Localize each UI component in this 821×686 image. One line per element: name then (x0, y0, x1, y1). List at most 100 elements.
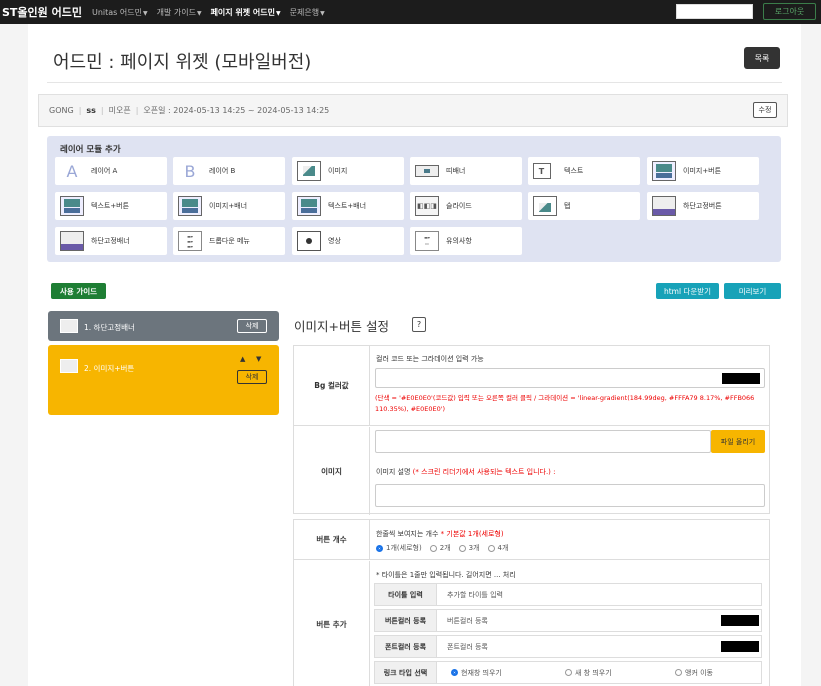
button-count-cell: 한줄씩 보여지는 개수 * 기본값 1개(세로형) 1개(세로형) 2개 3개 … (371, 520, 769, 560)
top-navbar: ST올인원 어드민 Unitas 어드민▼ 개발 가이드▼ 페이지 위젯 어드민… (0, 0, 821, 24)
letter-a-icon: A (66, 161, 78, 181)
button-count-hint-text: 한줄씩 보여지는 개수 (376, 530, 439, 538)
module-fixed-bottom-button[interactable]: 하단고정버튼 (647, 192, 759, 220)
button-count-label: 버튼 개수 (294, 520, 370, 559)
module-notice[interactable]: ▬▾ ▭ 유의사항 (410, 227, 522, 255)
module-layer-a[interactable]: A 레이어 A (55, 157, 167, 185)
widget-period: 오픈일 : 2024-05-13 14:25 ~ 2024-05-13 14:2… (143, 106, 330, 115)
button-color-swatch[interactable] (721, 615, 759, 626)
file-upload-button[interactable]: 파일 올리기 (711, 430, 765, 453)
separator: | (135, 106, 139, 115)
move-up-icon[interactable]: ▲ (240, 355, 245, 363)
brand-logo[interactable]: ST올인원 어드민 (2, 4, 82, 20)
widget-code: ss (86, 106, 96, 115)
radio-link-anchor[interactable]: 앵커 이동 (675, 668, 713, 678)
radio-checked-icon (376, 544, 383, 552)
bg-color-row: Bg 컬러값 컬러 코드 또는 그라데이션 입력 가능 (단색 = '#E0E0… (294, 346, 769, 426)
module-label: 텍스트+배너 (328, 202, 367, 210)
button-color-input[interactable]: 버튼컬러 등록 (447, 610, 488, 631)
layer-label: 2. 이미지+버튼 (84, 364, 135, 373)
module-label: 텍스트 (564, 167, 584, 175)
button-count-hint: 한줄씩 보여지는 개수 * 기본값 1개(세로형) (376, 529, 504, 539)
image-file-input[interactable] (375, 430, 711, 453)
font-color-swatch[interactable] (721, 641, 759, 652)
fixed-bottom-banner-icon (60, 231, 84, 251)
delete-button[interactable]: 삭제 (237, 370, 267, 384)
settings-table-bottom: 버튼 개수 한줄씩 보여지는 개수 * 기본값 1개(세로형) 1개(세로형) … (293, 519, 770, 686)
settings-title: 이미지+버튼 설정 (294, 319, 389, 334)
image-desc-label: 이미지 설명 (* 스크린 리더기에서 사용되는 텍스트 입니다.) : (376, 467, 556, 477)
module-image-button[interactable]: 이미지+버튼 (647, 157, 759, 185)
radio-count-2[interactable]: 2개 (429, 543, 451, 553)
module-slide[interactable]: ◧◧◨ 슬라이드 (410, 192, 522, 220)
bg-color-input[interactable] (375, 368, 765, 388)
radio-label: 새 창 띄우기 (575, 668, 612, 677)
module-label: 띠배너 (446, 167, 466, 175)
image-button-icon (652, 161, 676, 181)
radio-label: 3개 (468, 544, 480, 552)
edit-button[interactable]: 수정 (753, 102, 777, 118)
module-fixed-bottom-banner[interactable]: 하단고정배너 (55, 227, 167, 255)
module-text[interactable]: T 텍스트 (528, 157, 640, 185)
module-text-banner[interactable]: 텍스트+배너 (292, 192, 404, 220)
nav-item-dev-guide[interactable]: 개발 가이드▼ (157, 7, 202, 18)
text-button-icon (60, 196, 84, 216)
delete-button[interactable]: 삭제 (237, 319, 267, 333)
radio-unchecked-icon (675, 669, 682, 676)
radio-link-new[interactable]: 새 창 띄우기 (565, 668, 667, 678)
image-row: 이미지 파일 올리기 이미지 설명 (* 스크린 리더기에서 사용되는 텍스트 … (294, 427, 769, 515)
title-input-row: 타이틀 입력 추가할 타이틀 입력 (374, 583, 762, 606)
module-label: 레이어 A (91, 167, 118, 175)
radio-count-4[interactable]: 4개 (487, 543, 509, 553)
font-color-input[interactable]: 폰트컬러 등록 (447, 636, 488, 657)
radio-label: 현재창 띄우기 (461, 668, 502, 677)
logout-button[interactable]: 로그아웃 (763, 3, 816, 20)
module-text-button[interactable]: 텍스트+버튼 (55, 192, 167, 220)
module-dropdown-menu[interactable]: ▬▾ ▬▾ ▬▾ 드롭다운 메뉴 (173, 227, 285, 255)
module-label: 슬라이드 (446, 202, 472, 210)
image-icon (297, 161, 321, 181)
radio-link-current[interactable]: 현재창 띄우기 (451, 668, 557, 678)
button-color-row: 버튼컬러 등록 버튼컬러 등록 (374, 609, 762, 632)
html-download-button[interactable]: html 다운받기 (656, 283, 719, 299)
link-type-options: 현재창 띄우기 새 창 띄우기 앵커 이동 (451, 662, 721, 683)
module-image-banner[interactable]: 이미지+배너 (173, 192, 285, 220)
layer-item-image-button[interactable]: 2. 이미지+버튼 ▲ ▼ 삭제 (48, 345, 279, 415)
nav-item-page-widget[interactable]: 페이지 위젯 어드민▼ (211, 7, 281, 18)
button-count-default-note: * 기본값 1개(세로형) (440, 530, 504, 538)
image-desc-note: (* 스크린 리더기에서 사용되는 텍스트 입니다.) : (412, 468, 556, 476)
layer-label: 1. 하단고정배너 (84, 323, 135, 332)
module-label: 이미지 (328, 167, 348, 175)
radio-count-1[interactable]: 1개(세로형) (376, 543, 422, 553)
module-label: 이미지+버튼 (683, 167, 722, 175)
move-down-icon[interactable]: ▼ (256, 355, 261, 363)
radio-checked-icon (451, 669, 458, 676)
separator: | (100, 106, 104, 115)
nav-item-unitas[interactable]: Unitas 어드민▼ (92, 7, 148, 18)
usage-guide-button[interactable]: 사용 가이드 (51, 283, 106, 299)
image-button-icon (60, 359, 78, 373)
preview-button[interactable]: 미리보기 (724, 283, 781, 299)
module-video[interactable]: 영상 (292, 227, 404, 255)
caret-down-icon: ▼ (276, 9, 281, 17)
video-dot (306, 238, 312, 244)
nav-item-question-bank[interactable]: 문제은행▼ (290, 7, 325, 18)
button-count-row: 버튼 개수 한줄씩 보여지는 개수 * 기본값 1개(세로형) 1개(세로형) … (294, 520, 769, 560)
module-layer-b[interactable]: B 레이어 B (173, 157, 285, 185)
radio-count-3[interactable]: 3개 (458, 543, 480, 553)
radio-label: 4개 (497, 544, 509, 552)
module-image[interactable]: 이미지 (292, 157, 404, 185)
image-desc-input[interactable] (375, 484, 765, 507)
layer-item-fixed-bottom-banner[interactable]: 1. 하단고정배너 삭제 (48, 311, 279, 341)
nav-label: 개발 가이드 (156, 7, 196, 17)
module-strip-banner[interactable]: 띠배너 (410, 157, 522, 185)
text-icon-wrap: T (532, 161, 557, 181)
title-input[interactable]: 추가할 타이틀 입력 (447, 584, 503, 605)
bg-color-swatch[interactable] (722, 373, 760, 384)
nav-label: Unitas 어드민 (91, 7, 142, 17)
list-button[interactable]: 목록 (744, 47, 780, 69)
button-add-label: 버튼 추가 (294, 561, 370, 686)
help-button[interactable]: ? (412, 317, 426, 332)
nav-search-box[interactable] (676, 4, 753, 19)
module-tab[interactable]: 탭 (528, 192, 640, 220)
